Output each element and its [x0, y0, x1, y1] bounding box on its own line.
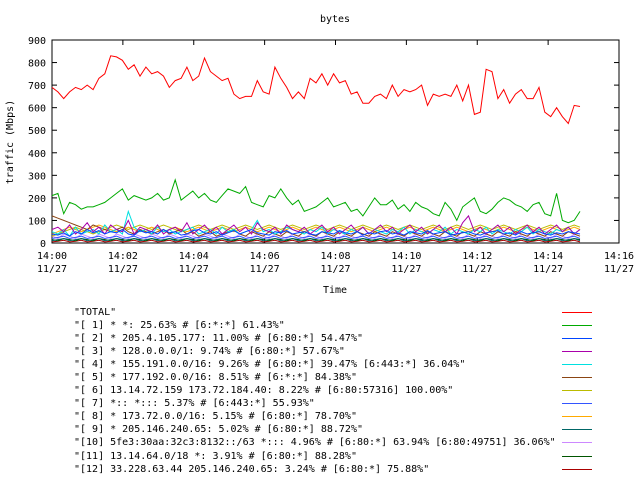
legend-swatch [562, 455, 592, 457]
y-axis: 0 100 200 300 400 500 600 700 800 900 [28, 36, 619, 250]
legend-entry: "TOTAL" [74, 306, 594, 319]
legend-swatch [562, 338, 592, 340]
x-tick-date: 11/27 [604, 264, 634, 275]
legend-entry: "[10] 5fe3:30aa:32c3:8132::/63 *::: 4.96… [74, 436, 594, 449]
y-tick-label: 800 [28, 59, 46, 70]
y-tick-label: 700 [28, 81, 46, 92]
x-tick-date: 11/27 [391, 264, 421, 275]
y-tick-label: 600 [28, 104, 46, 115]
legend-entry: "[ 3] * 128.0.0.0/1: 9.74% # [6:80:*] 57… [74, 345, 594, 358]
legend-entry: "[12] 33.228.63.44 205.146.240.65: 3.24%… [74, 463, 594, 476]
x-tick-time: 14:06 [250, 251, 280, 262]
legend-swatch [562, 390, 592, 392]
legend-entry: "[ 9] * 205.146.240.65: 5.02% # [6:80:*]… [74, 423, 594, 436]
x-tick-time: 14:10 [391, 251, 421, 262]
legend-swatch [562, 325, 592, 327]
x-tick-date: 11/27 [533, 264, 563, 275]
legend-label: "[11] 13.14.64.0/18 *: 3.91% # [6:80:*] … [74, 450, 357, 462]
y-tick-label: 300 [28, 171, 46, 182]
legend-label: "[ 2] * 205.4.105.177: 11.00% # [6:80:*]… [74, 333, 363, 345]
series-line-0 [51, 55, 581, 125]
legend-label: "[ 7] *:: *::: 5.37% # [6:443:*] 55.93%" [74, 398, 315, 410]
x-tick-date: 11/27 [462, 264, 492, 275]
legend-swatch [562, 442, 592, 444]
legend-label: "[12] 33.228.63.44 205.146.240.65: 3.24%… [74, 463, 430, 475]
x-tick-date: 11/27 [37, 264, 67, 275]
legend-swatch [562, 429, 592, 431]
y-tick-label: 100 [28, 216, 46, 227]
legend-swatch [562, 416, 592, 418]
legend-label: "[ 3] * 128.0.0.0/1: 9.74% # [6:80:*] 57… [74, 346, 345, 358]
legend-entry: "[ 1] * *: 25.63% # [6:*:*] 61.43%" [74, 319, 594, 332]
x-tick-date: 11/27 [179, 264, 209, 275]
legend-swatch [562, 312, 592, 313]
legend-label: "[ 1] * *: 25.63% # [6:*:*] 61.43%" [74, 320, 285, 332]
legend-swatch [562, 364, 592, 366]
x-tick-date: 11/27 [108, 264, 138, 275]
x-axis-label: Time [323, 285, 347, 296]
legend-entry: "[ 5] * 177.192.0.0/16: 8.51% # [6:*:*] … [74, 371, 594, 384]
chart-title: bytes [320, 14, 350, 25]
x-tick-time: 14:00 [37, 251, 67, 262]
legend-label: "TOTAL" [74, 307, 117, 318]
legend-label: "[ 4] * 155.191.0.0/16: 9.26% # [6:80:*]… [74, 359, 466, 371]
legend-label: "[ 6] 13.14.72.159 173.72.184.40: 8.22% … [74, 385, 454, 397]
legend-label: "[ 5] * 177.192.0.0/16: 8.51% # [6:*:*] … [74, 372, 357, 384]
y-tick-label: 400 [28, 149, 46, 160]
x-tick-time: 14:08 [320, 251, 350, 262]
legend-swatch [562, 351, 592, 353]
x-tick-time: 14:12 [462, 251, 492, 262]
legend-entry: "[11] 13.14.64.0/18 *: 3.91% # [6:80:*] … [74, 450, 594, 463]
y-tick-label: 500 [28, 126, 46, 137]
legend-label: "[ 9] * 205.146.240.65: 5.02% # [6:80:*]… [74, 424, 363, 436]
legend-swatch [562, 403, 592, 405]
legend-entry: "[ 7] *:: *::: 5.37% # [6:443:*] 55.93%" [74, 397, 594, 410]
legend-entry: "[ 4] * 155.191.0.0/16: 9.26% # [6:80:*]… [74, 358, 594, 371]
x-tick-date: 11/27 [250, 264, 280, 275]
legend-label: "[ 8] * 173.72.0.0/16: 5.15% # [6:80:*] … [74, 411, 357, 423]
legend-swatch [562, 468, 592, 470]
x-tick-time: 14:16 [604, 251, 634, 262]
x-tick-time: 14:02 [108, 251, 138, 262]
x-tick-time: 14:14 [533, 251, 563, 262]
legend-entry: "[ 8] * 173.72.0.0/16: 5.15% # [6:80:*] … [74, 410, 594, 423]
y-tick-label: 200 [28, 194, 46, 205]
legend-swatch [562, 377, 592, 379]
y-tick-label: 900 [28, 36, 46, 47]
legend-entry: "[ 2] * 205.4.105.177: 11.00% # [6:80:*]… [74, 332, 594, 345]
chart-legend: "TOTAL" "[ 1] * *: 25.63% # [6:*:*] 61.43… [74, 306, 594, 476]
legend-entry: "[ 6] 13.14.72.159 173.72.184.40: 8.22% … [74, 384, 594, 397]
y-axis-label: traffic (Mbps) [5, 100, 16, 184]
y-tick-label: 0 [40, 239, 46, 250]
x-tick-date: 11/27 [320, 264, 350, 275]
series-line-1 [51, 178, 581, 224]
x-tick-time: 14:04 [179, 251, 209, 262]
legend-label: "[10] 5fe3:30aa:32c3:8132::/63 *::: 4.96… [74, 437, 556, 449]
plot-series [51, 55, 581, 243]
